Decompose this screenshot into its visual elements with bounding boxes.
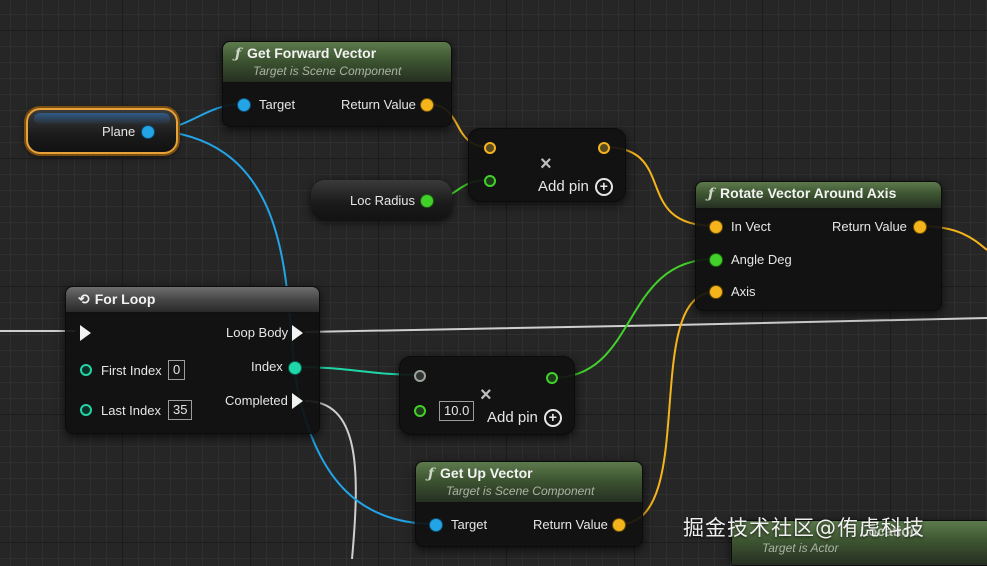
multiply-input-pin-a[interactable] xyxy=(484,142,496,154)
target-pin-label: Target xyxy=(451,517,488,532)
target-pin-label: Target xyxy=(259,97,296,112)
multiply-node-bottom[interactable]: 10.0 × Add pin + xyxy=(399,356,575,435)
node-subtitle: Target is Actor xyxy=(762,541,839,555)
plus-circle-icon: + xyxy=(543,409,562,428)
axis-input-pin[interactable] xyxy=(710,286,722,298)
for-loop-node[interactable]: ⟲ For Loop Loop Body First Index 0 Index … xyxy=(65,286,320,434)
multiply-output-pin[interactable] xyxy=(598,142,610,154)
multiply-value-field[interactable]: 10.0 xyxy=(439,401,475,421)
node-title: Rotate Vector Around Axis xyxy=(720,185,897,201)
in-vect-input-pin[interactable] xyxy=(710,221,722,233)
function-icon: ƒ xyxy=(428,466,435,482)
loc-radius-variable-node[interactable]: Loc Radius xyxy=(311,180,452,220)
index-pin-label: Index xyxy=(251,359,283,374)
return-value-output-pin[interactable] xyxy=(421,99,433,111)
node-header: ƒ Get Forward Vector Target is Scene Comp… xyxy=(223,42,451,83)
node-header: ƒ Rotate Vector Around Axis xyxy=(696,182,941,209)
multiply-output-pin[interactable] xyxy=(546,372,558,384)
last-index-input-pin[interactable] xyxy=(80,404,92,416)
variable-label: Loc Radius xyxy=(350,193,416,208)
node-title: For Loop xyxy=(94,291,156,307)
node-subtitle: Target is Scene Component xyxy=(253,64,402,78)
node-subtitle: Target is Scene Component xyxy=(446,484,595,498)
get-forward-vector-node[interactable]: ƒ Get Forward Vector Target is Scene Comp… xyxy=(222,41,452,127)
multiply-icon: × xyxy=(480,384,492,406)
first-index-value-field[interactable]: 0 xyxy=(168,360,186,380)
completed-pin-label: Completed xyxy=(225,393,288,408)
last-index-value-field[interactable]: 35 xyxy=(168,400,193,420)
angle-deg-input-pin[interactable] xyxy=(710,254,722,266)
plane-output-pin[interactable] xyxy=(142,126,154,138)
function-icon: ƒ xyxy=(708,186,715,202)
add-pin-button[interactable]: Add pin + xyxy=(538,178,613,197)
add-pin-button[interactable]: Add pin + xyxy=(487,409,562,428)
loop-body-pin-label: Loop Body xyxy=(226,325,289,340)
multiply-input-pin-b[interactable] xyxy=(414,405,426,417)
target-input-pin[interactable] xyxy=(430,519,442,531)
target-input-pin[interactable] xyxy=(238,99,250,111)
exec-wire-loop-body xyxy=(304,317,987,333)
add-pin-label: Add pin xyxy=(538,178,589,195)
loc-radius-output-pin[interactable] xyxy=(421,195,433,207)
node-title: Get Up Vector xyxy=(440,465,533,481)
rotate-vector-around-axis-node[interactable]: ƒ Rotate Vector Around Axis In Vect Retur… xyxy=(695,181,942,311)
return-value-output-pin[interactable] xyxy=(613,519,625,531)
multiply-input-pin-a[interactable] xyxy=(414,370,426,382)
multiply-icon: × xyxy=(540,153,552,175)
get-up-vector-node[interactable]: ƒ Get Up Vector Target is Scene Component… xyxy=(415,461,643,547)
node-title: Get Forward Vector xyxy=(247,45,377,61)
return-value-pin-label: Return Value xyxy=(533,517,608,532)
plane-variable-node[interactable]: Plane xyxy=(26,108,178,154)
last-index-pin-label: Last Index xyxy=(101,403,161,418)
multiply-node-top[interactable]: × Add pin + xyxy=(468,128,626,202)
node-header: ƒ Get Up Vector Target is Scene Component xyxy=(416,462,642,503)
first-index-input-pin[interactable] xyxy=(80,364,92,376)
in-vect-pin-label: In Vect xyxy=(731,219,771,234)
plus-circle-icon: + xyxy=(594,178,613,197)
loop-body-exec-pin[interactable] xyxy=(292,325,303,341)
index-output-pin[interactable] xyxy=(289,362,301,374)
variable-label: Plane xyxy=(102,124,136,139)
watermark: 掘金技术社区@侑虎科技 xyxy=(683,516,925,540)
function-icon: ƒ xyxy=(235,46,242,62)
return-value-pin-label: Return Value xyxy=(341,97,416,112)
return-value-pin-label: Return Value xyxy=(832,219,907,234)
return-value-output-pin[interactable] xyxy=(914,221,926,233)
exec-input-pin[interactable] xyxy=(80,325,91,341)
first-index-pin-label: First Index xyxy=(101,363,162,378)
multiply-input-pin-b[interactable] xyxy=(484,175,496,187)
loop-icon: ⟲ xyxy=(78,292,90,308)
axis-pin-label: Axis xyxy=(731,284,756,299)
angle-deg-pin-label: Angle Deg xyxy=(731,252,792,267)
node-header: ⟲ For Loop xyxy=(66,287,319,313)
wire-multiply-angle xyxy=(551,258,716,379)
completed-exec-pin[interactable] xyxy=(292,393,303,409)
add-pin-label: Add pin xyxy=(487,409,538,426)
